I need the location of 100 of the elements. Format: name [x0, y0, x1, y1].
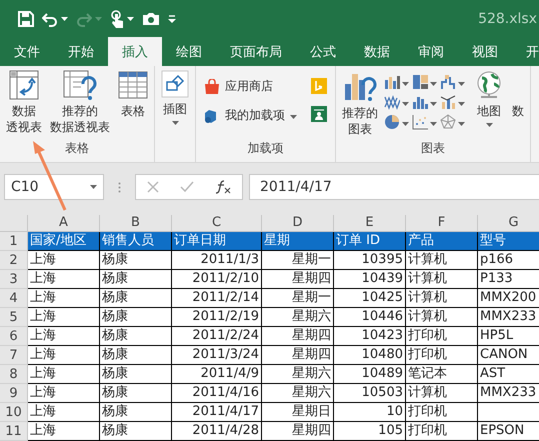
table-cell: 上海: [28, 251, 100, 270]
combo-chart-icon: [440, 94, 456, 110]
ribbon-button[interactable]: 我的加载项: [204, 107, 297, 124]
caret-icon: [95, 16, 102, 20]
bing-logo-icon: [311, 78, 327, 94]
table-cell: 105: [334, 422, 406, 441]
table-cell: P133: [478, 270, 539, 289]
statistic-chart-icon: [412, 94, 428, 110]
table-cell: 星期日: [262, 403, 334, 422]
chart-type-button[interactable]: [384, 112, 412, 132]
name-box[interactable]: C10: [4, 174, 104, 200]
table-cell: 上海: [28, 270, 100, 289]
undo-icon: [42, 10, 58, 26]
chart-type-button[interactable]: [440, 72, 468, 92]
ribbon-button[interactable]: 插图: [159, 68, 191, 127]
ribbon-tab[interactable]: 文件: [0, 37, 54, 66]
check-icon: [180, 181, 194, 193]
ribbon-tab[interactable]: 开始: [54, 37, 108, 66]
caret-icon: [430, 102, 437, 106]
caret-icon: [430, 82, 437, 86]
table-cell: 星期四: [262, 327, 334, 346]
header-cell: 订单日期: [172, 232, 262, 251]
header-cell: 型号: [478, 232, 539, 251]
formula-field[interactable]: 2011/4/17: [249, 174, 539, 200]
ribbon-tab[interactable]: 审阅: [404, 37, 458, 66]
window-title: 528.xlsx: [478, 10, 538, 26]
ribbon-tab[interactable]: 开: [512, 37, 539, 66]
ribbon-button[interactable]: 地图: [472, 68, 506, 129]
table-cell: 杨康: [100, 289, 172, 308]
table-cell: 星期一: [262, 251, 334, 270]
ribbon-tab[interactable]: 页面布局: [216, 37, 296, 66]
table-cell: 10425: [334, 289, 406, 308]
table-cell: p166: [478, 251, 539, 270]
table-cell: 上海: [28, 289, 100, 308]
table-cell: 上海: [28, 403, 100, 422]
chart-type-button[interactable]: [412, 112, 440, 132]
undo-button[interactable]: [42, 10, 68, 26]
ribbon-button[interactable]: 表格: [116, 68, 150, 121]
table-cell: 10503: [334, 384, 406, 403]
camera-button[interactable]: [142, 12, 160, 26]
table-icon: [118, 70, 148, 100]
caret-icon: [61, 16, 68, 20]
ribbon-tab[interactable]: 数据: [350, 37, 404, 66]
save-icon: [18, 10, 34, 26]
save-button[interactable]: [18, 10, 34, 26]
table-cell: 10480: [334, 346, 406, 365]
hand-icon: [110, 10, 124, 28]
ribbon-button[interactable]: 推荐的 图表: [340, 68, 380, 139]
ribbon-tab[interactable]: 公式: [296, 37, 350, 66]
table-cell: 计算机: [406, 308, 478, 327]
table-cell: 2011/2/14: [172, 289, 262, 308]
header-cell: 国家/地区: [28, 232, 100, 251]
camera-icon: [142, 12, 160, 26]
table-cell: MMX200: [478, 289, 539, 308]
table-cell: 2011/4/9: [172, 365, 262, 384]
ribbon-button[interactable]: 应用商店: [204, 78, 297, 95]
insert-function-button[interactable]: [215, 180, 232, 194]
caret-icon: [90, 185, 97, 189]
table-cell: 10395: [334, 251, 406, 270]
shapes-icon: [161, 70, 189, 98]
touch-mode-button[interactable]: [110, 10, 134, 28]
ribbon-tab[interactable]: 绘图: [162, 37, 216, 66]
table-cell: 2011/3/24: [172, 346, 262, 365]
people-graph-icon: [311, 106, 327, 122]
table-cell: 上海: [28, 365, 100, 384]
table-cell: 10423: [334, 327, 406, 346]
ribbon-button[interactable]: 推荐的 数据透视表: [48, 68, 112, 137]
table-cell: 10: [334, 403, 406, 422]
caret-icon: [458, 82, 465, 86]
table-cell: 2011/1/3: [172, 251, 262, 270]
table-cell: 星期一: [262, 289, 334, 308]
table-cell: 2011/2/24: [172, 327, 262, 346]
chart-type-button[interactable]: [412, 72, 440, 92]
customize-button[interactable]: [168, 14, 176, 22]
table-cell: 2011/4/16: [172, 384, 262, 403]
header-cell: 订单 ID: [334, 232, 406, 251]
ribbon-tab[interactable]: 插入: [108, 37, 162, 66]
table-cell: 10489: [334, 365, 406, 384]
recommended-pivot-icon: [63, 70, 97, 100]
ribbon-button[interactable]: [311, 106, 327, 122]
table-cell: 计算机: [406, 384, 478, 403]
table-cell: 上海: [28, 384, 100, 403]
column-chart-icon: [384, 74, 400, 90]
table-cell: 星期六: [262, 384, 334, 403]
table-cell: 2011/2/19: [172, 308, 262, 327]
customize-icon: [168, 14, 176, 22]
table-cell: 杨康: [100, 422, 172, 441]
ribbon-tab[interactable]: 视图: [458, 37, 512, 66]
table-cell: 计算机: [406, 270, 478, 289]
table-cell: 星期六: [262, 365, 334, 384]
table-cell: 10439: [334, 270, 406, 289]
table-cell: 杨康: [100, 251, 172, 270]
ribbon-button[interactable]: 数: [510, 68, 526, 121]
header-cell: 销售人员: [100, 232, 172, 251]
table-cell: 计算机: [406, 251, 478, 270]
grip-icon: [118, 182, 121, 192]
ribbon-button[interactable]: 数据 透视表: [4, 68, 44, 137]
table-cell: 上海: [28, 327, 100, 346]
table-cell: 杨康: [100, 365, 172, 384]
table-cell: 打印机: [406, 422, 478, 441]
